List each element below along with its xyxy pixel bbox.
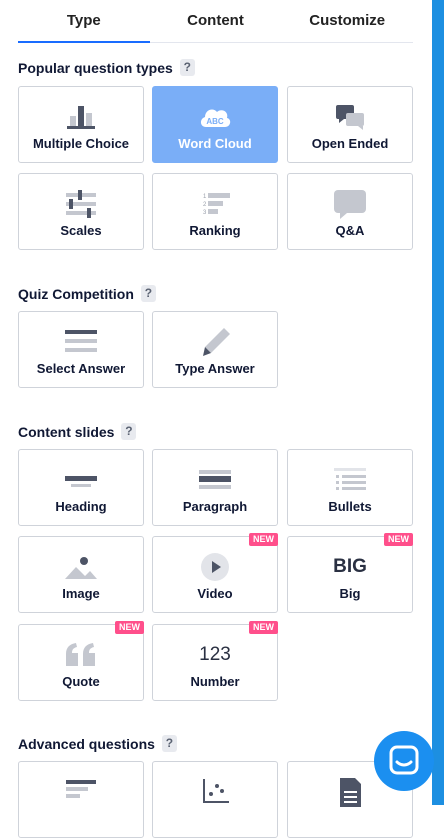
quote-icon <box>61 639 101 671</box>
section-title: Content slides <box>18 423 115 440</box>
section-content-slides: Content slides ? <box>18 423 137 440</box>
svg-text:ABC: ABC <box>206 117 224 126</box>
card-label: Q&A <box>335 223 365 238</box>
card-label: Paragraph <box>182 499 248 514</box>
word-cloud-icon: ABC <box>195 101 235 133</box>
section-advanced-questions: Advanced questions ? <box>18 735 177 752</box>
heading-icon <box>61 464 101 496</box>
bullets-icon <box>330 464 370 496</box>
image-icon <box>61 551 101 583</box>
new-badge: NEW <box>384 533 413 546</box>
card-image[interactable]: Image <box>18 536 144 613</box>
card-label: Select Answer <box>36 361 126 376</box>
card-heading[interactable]: Heading <box>18 449 144 526</box>
tab-customize[interactable]: Customize <box>281 0 413 42</box>
tab-bar: Type Content Customize <box>18 0 413 43</box>
list-lines-icon <box>61 326 101 358</box>
card-label: Type Answer <box>175 361 255 376</box>
card-label: Heading <box>55 499 107 514</box>
card-qa[interactable]: Q&A <box>287 173 413 250</box>
speech-bubbles-icon <box>330 101 370 133</box>
section-title: Popular question types <box>18 59 173 76</box>
section-quiz-competition: Quiz Competition ? <box>18 285 156 302</box>
card-advanced-text[interactable] <box>18 761 144 838</box>
card-big[interactable]: NEW BIG Big <box>287 533 413 613</box>
text-lines-icon <box>61 776 101 808</box>
play-icon <box>195 551 235 583</box>
svg-text:1: 1 <box>203 194 207 200</box>
help-icon[interactable]: ? <box>140 285 156 302</box>
card-bullets[interactable]: Bullets <box>287 449 413 526</box>
big-icon-text: BIG <box>333 556 367 577</box>
card-label: Word Cloud <box>178 136 252 151</box>
big-text-icon: BIG <box>330 551 370 583</box>
card-ranking[interactable]: 1 2 3 Ranking <box>152 173 278 250</box>
card-quote[interactable]: NEW Quote <box>18 621 144 701</box>
card-word-cloud[interactable]: ABC Word Cloud <box>152 86 278 163</box>
question-type-panel: Type Content Customize Popular question … <box>0 0 432 838</box>
section-title: Advanced questions <box>18 735 155 752</box>
sliders-icon <box>61 188 101 220</box>
card-label: Multiple Choice <box>32 136 130 151</box>
new-badge: NEW <box>249 621 278 634</box>
number-icon: 123 <box>195 639 235 671</box>
qa-bubble-icon <box>330 188 370 220</box>
chat-icon <box>389 745 419 775</box>
card-label: Quote <box>62 674 100 689</box>
card-label: Number <box>190 674 240 689</box>
paragraph-icon <box>195 464 235 496</box>
section-popular-question-types: Popular question types ? <box>18 59 195 76</box>
tab-type[interactable]: Type <box>18 0 150 43</box>
new-badge: NEW <box>249 533 278 546</box>
presentation-edge <box>432 0 444 805</box>
card-label: Scales <box>60 223 102 238</box>
scatter-plot-icon <box>195 776 235 808</box>
new-badge: NEW <box>115 621 144 634</box>
chat-launcher-button[interactable] <box>374 731 434 791</box>
card-label: Image <box>62 586 100 601</box>
bar-chart-icon <box>61 101 101 133</box>
card-multiple-choice[interactable]: Multiple Choice <box>18 86 144 163</box>
card-label: Ranking <box>189 223 241 238</box>
help-icon[interactable]: ? <box>121 423 137 440</box>
card-label: Bullets <box>328 499 372 514</box>
card-paragraph[interactable]: Paragraph <box>152 449 278 526</box>
number-icon-text: 123 <box>199 644 231 665</box>
card-label: Open Ended <box>311 136 389 151</box>
card-advanced-scatter[interactable] <box>152 761 278 838</box>
pencil-icon <box>195 326 235 358</box>
card-number[interactable]: NEW 123 Number <box>152 621 278 701</box>
card-select-answer[interactable]: Select Answer <box>18 311 144 388</box>
card-open-ended[interactable]: Open Ended <box>287 86 413 163</box>
card-type-answer[interactable]: Type Answer <box>152 311 278 388</box>
card-video[interactable]: NEW Video <box>152 533 278 613</box>
card-label: Video <box>197 586 233 601</box>
help-icon[interactable]: ? <box>161 735 177 752</box>
help-icon[interactable]: ? <box>179 59 195 76</box>
card-scales[interactable]: Scales <box>18 173 144 250</box>
tab-content[interactable]: Content <box>150 0 282 42</box>
svg-text:3: 3 <box>203 210 207 216</box>
section-title: Quiz Competition <box>18 285 134 302</box>
card-label: Big <box>339 586 361 601</box>
ranking-icon: 1 2 3 <box>195 188 235 220</box>
document-icon <box>330 776 370 808</box>
svg-text:2: 2 <box>203 202 207 208</box>
